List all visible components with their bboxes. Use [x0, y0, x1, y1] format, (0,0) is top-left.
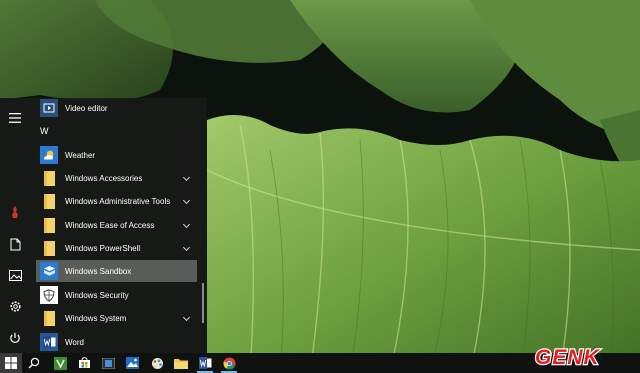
video-editor-icon — [40, 99, 58, 117]
chevron-down-icon[interactable] — [182, 196, 191, 205]
chevron-down-icon[interactable] — [182, 220, 191, 229]
app-label: Weather — [65, 150, 96, 160]
chrome-icon[interactable] — [217, 353, 241, 373]
chevron-down-icon[interactable] — [182, 313, 191, 322]
hamburger-menu-icon[interactable] — [0, 104, 30, 132]
genk-logo: GENK — [534, 345, 601, 369]
app-label: Windows Ease of Access — [65, 220, 155, 230]
app-label: Windows Administrative Tools — [65, 196, 171, 206]
search-icon[interactable] — [22, 353, 46, 373]
folder-icon — [40, 239, 58, 257]
app-list: Video editor W Weather Windows Accessori… — [36, 98, 202, 353]
user-avatar-icon[interactable] — [0, 198, 30, 226]
list-item-word[interactable]: Word — [36, 331, 197, 353]
word-icon — [40, 333, 58, 351]
chevron-down-icon[interactable] — [182, 173, 191, 182]
letter-header[interactable]: W — [40, 126, 49, 136]
app-label: Windows PowerShell — [65, 243, 141, 253]
list-item-windows-accessories[interactable]: Windows Accessories — [36, 167, 197, 189]
start-icon[interactable] — [0, 353, 22, 373]
app-label: Windows Security — [65, 290, 129, 300]
weather-icon — [40, 146, 58, 164]
list-item-windows-ease-of-access[interactable]: Windows Ease of Access — [36, 214, 197, 236]
pictures-icon[interactable] — [0, 261, 30, 289]
list-item-windows-sandbox[interactable]: Windows Sandbox — [36, 260, 197, 282]
list-item-windows-system[interactable]: Windows System — [36, 307, 197, 329]
app-label: Windows System — [65, 313, 127, 323]
word-icon[interactable] — [193, 353, 217, 373]
list-item-weather[interactable]: Weather — [36, 144, 197, 166]
start-menu-rail — [0, 98, 30, 353]
settings-icon[interactable] — [0, 292, 30, 320]
folder-icon — [40, 216, 58, 234]
store-icon[interactable] — [72, 353, 96, 373]
paint-icon[interactable] — [145, 353, 169, 373]
app-label: Video editor — [65, 103, 108, 113]
list-item-windows-security[interactable]: Windows Security — [36, 284, 197, 306]
film-icon[interactable] — [96, 353, 120, 373]
scrollbar[interactable] — [202, 283, 204, 323]
file-explorer-icon[interactable] — [169, 353, 193, 373]
app-label: Windows Sandbox — [65, 266, 132, 276]
start-menu: Video editor W Weather Windows Accessori… — [0, 98, 207, 353]
app-label: Windows Accessories — [65, 173, 143, 183]
shield-icon — [40, 286, 58, 304]
photos-icon[interactable] — [120, 353, 144, 373]
documents-icon[interactable] — [0, 230, 30, 258]
app-label: Word — [65, 337, 84, 347]
vim-icon[interactable] — [48, 353, 72, 373]
power-icon[interactable] — [0, 324, 30, 352]
list-item-windows-administrative-tools[interactable]: Windows Administrative Tools — [36, 190, 197, 212]
chevron-down-icon[interactable] — [182, 243, 191, 252]
list-item-video-editor[interactable]: Video editor — [36, 97, 197, 119]
svg-text:GENK: GENK — [535, 346, 601, 369]
folder-icon — [40, 192, 58, 210]
folder-icon — [40, 309, 58, 327]
sandbox-icon — [40, 262, 58, 280]
list-item-windows-powershell[interactable]: Windows PowerShell — [36, 237, 197, 259]
folder-icon — [40, 169, 58, 187]
